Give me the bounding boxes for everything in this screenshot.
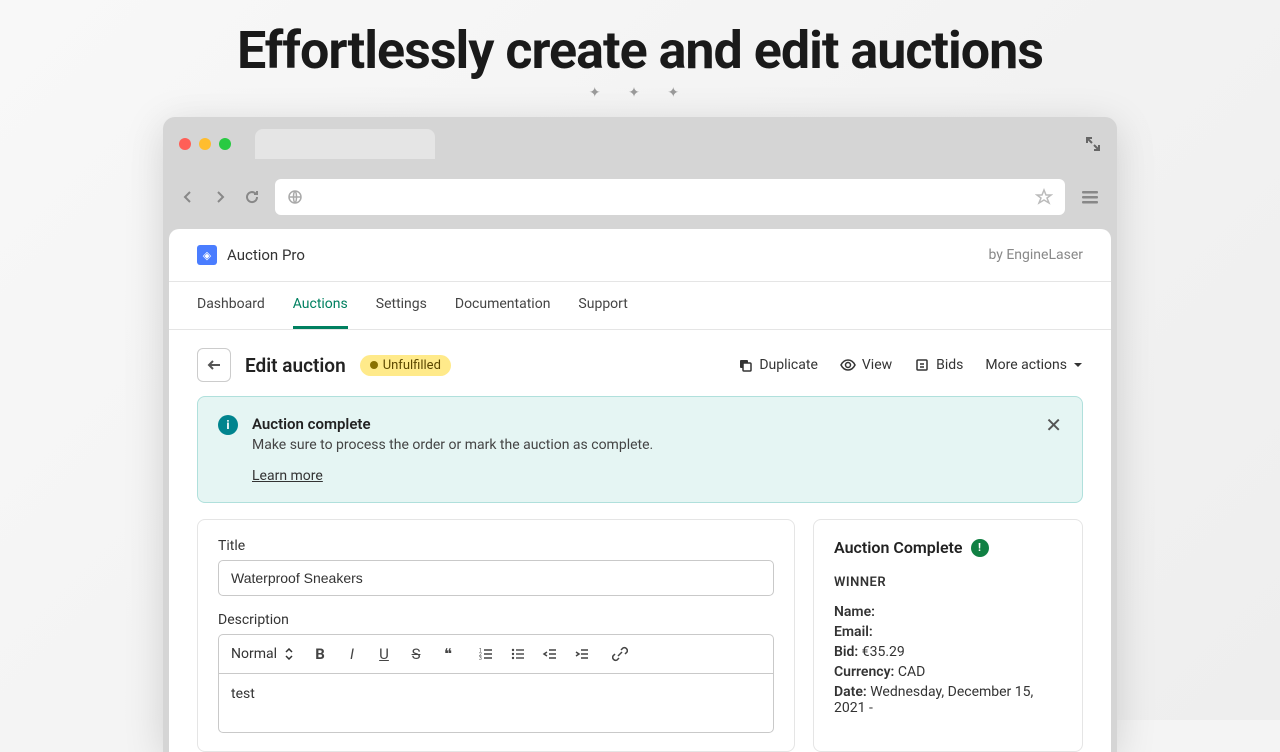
italic-icon[interactable]: I [341, 643, 363, 665]
badge-label: Unfulfilled [383, 358, 441, 373]
bold-icon[interactable]: B [309, 643, 331, 665]
outdent-icon[interactable] [539, 643, 561, 665]
tab-dashboard[interactable]: Dashboard [197, 282, 265, 329]
bookmark-star-icon[interactable] [1035, 188, 1053, 206]
nav-tabs: Dashboard Auctions Settings Documentatio… [169, 282, 1111, 330]
winner-name: Name: [834, 604, 1062, 620]
app-logo-icon: ◈ [197, 245, 217, 265]
view-button[interactable]: View [840, 357, 892, 373]
hero-banner: Effortlessly create and edit auctions ✦ … [0, 0, 1280, 111]
banner-message: Make sure to process the order or mark t… [252, 437, 1031, 453]
auction-summary-panel: Auction Complete ! WINNER Name: Email: B… [813, 519, 1083, 752]
banner-title: Auction complete [252, 415, 1031, 433]
decorative-sparkles: ✦ ✦ ✦ [0, 85, 1280, 101]
browser-frame: ◈ Auction Pro by EngineLaser Dashboard A… [163, 117, 1117, 752]
menu-icon[interactable] [1079, 186, 1101, 208]
info-banner: i Auction complete Make sure to process … [197, 396, 1083, 503]
ordered-list-icon[interactable]: 123 [475, 643, 497, 665]
winner-bid: Bid: €35.29 [834, 644, 1062, 660]
tab-support[interactable]: Support [578, 282, 627, 329]
summary-title: Auction Complete [834, 538, 963, 557]
edit-form-panel: Title Description Normal B I U S ❝ [197, 519, 795, 752]
duplicate-button[interactable]: Duplicate [737, 357, 818, 373]
winner-heading: WINNER [834, 575, 1062, 590]
title-input[interactable] [218, 560, 774, 596]
page-title: Edit auction [245, 354, 346, 377]
back-button[interactable] [197, 348, 231, 382]
winner-email: Email: [834, 624, 1062, 640]
underline-icon[interactable]: U [373, 643, 395, 665]
app-byline: by EngineLaser [988, 247, 1083, 263]
bids-button[interactable]: Bids [914, 357, 963, 373]
tab-settings[interactable]: Settings [376, 282, 427, 329]
status-complete-icon: ! [971, 539, 989, 557]
close-icon[interactable]: ✕ [1045, 415, 1062, 484]
browser-refresh-icon[interactable] [243, 188, 261, 206]
browser-tab[interactable] [255, 129, 435, 159]
browser-forward-icon[interactable] [211, 188, 229, 206]
title-label: Title [218, 538, 774, 554]
hero-title: Effortlessly create and edit auctions [0, 20, 1280, 81]
quote-icon[interactable]: ❝ [437, 643, 459, 665]
globe-icon [287, 189, 303, 205]
app-name: Auction Pro [227, 246, 305, 264]
tab-documentation[interactable]: Documentation [455, 282, 551, 329]
fullscreen-icon[interactable] [1085, 136, 1101, 152]
description-label: Description [218, 612, 774, 628]
editor-toolbar: Normal B I U S ❝ 123 [218, 634, 774, 673]
link-icon[interactable] [609, 643, 631, 665]
indent-icon[interactable] [571, 643, 593, 665]
format-select[interactable]: Normal [231, 646, 293, 662]
description-editor[interactable]: test [218, 673, 774, 733]
address-bar[interactable] [275, 179, 1065, 215]
window-minimize-button[interactable] [199, 138, 211, 150]
svg-text:3: 3 [479, 656, 482, 662]
status-badge: Unfulfilled [360, 355, 451, 376]
window-close-button[interactable] [179, 138, 191, 150]
bullet-list-icon[interactable] [507, 643, 529, 665]
tab-auctions[interactable]: Auctions [293, 282, 348, 329]
winner-date: Date: Wednesday, December 15, 2021 - [834, 684, 1062, 716]
banner-learn-more-link[interactable]: Learn more [252, 468, 323, 484]
badge-dot-icon [370, 361, 378, 369]
info-icon: i [218, 415, 238, 435]
browser-back-icon[interactable] [179, 188, 197, 206]
winner-currency: Currency: CAD [834, 664, 1062, 680]
strikethrough-icon[interactable]: S [405, 643, 427, 665]
window-maximize-button[interactable] [219, 138, 231, 150]
more-actions-button[interactable]: More actions [985, 357, 1083, 373]
